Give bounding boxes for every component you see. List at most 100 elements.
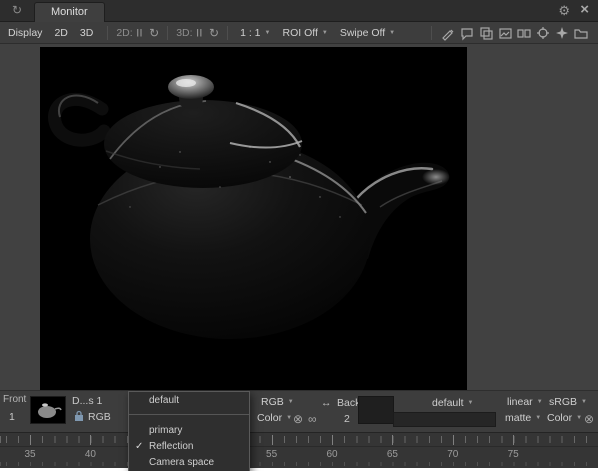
monitor-toolbar: Display 2D 3D 2D: || ↻ 3D: || ↻ 1 : 1 ▼ … [0, 22, 598, 44]
close-icon[interactable]: × [580, 1, 589, 18]
folder-icon[interactable] [573, 25, 590, 41]
timeline-major-tick [392, 435, 393, 445]
monitor-panel: ↻ Monitor ⚙ × Display 2D 3D 2D: || ↻ 3D:… [0, 0, 598, 468]
color2-dropdown[interactable]: Color ▼ [547, 412, 582, 424]
chevron-down-icon: ▼ [288, 399, 294, 405]
menu-item-primary[interactable]: primary [129, 423, 249, 439]
group-2d-label: 2D: [116, 27, 132, 39]
colorspace-dropdown[interactable]: sRGB ▼ [549, 396, 587, 408]
timeline-frame-label: 60 [326, 449, 337, 460]
channel-dropdown-value: RGB [261, 396, 284, 408]
annotate-pen-icon[interactable] [440, 25, 457, 41]
tab-bar: ↻ Monitor ⚙ × [0, 0, 598, 22]
display-label: Display [8, 27, 42, 39]
group-3d-label: 3D: [176, 27, 192, 39]
back-buffer-number: 2 [344, 413, 350, 425]
chevron-down-icon: ▼ [576, 415, 582, 421]
zoom-dropdown[interactable]: 1 : 1 ▼ [240, 27, 270, 39]
front-buffer-number: 1 [9, 411, 15, 423]
channel-dropdown[interactable]: RGB ▼ [261, 396, 294, 408]
toolbar-separator [167, 26, 168, 40]
swap-buffers-icon[interactable]: ↔ [321, 397, 332, 409]
screenshot-page: ↻ Monitor ⚙ × Display 2D 3D 2D: || ↻ 3D:… [0, 0, 602, 471]
toolbar-separator [227, 26, 228, 40]
zoom-value: 1 : 1 [240, 27, 260, 39]
tab-monitor[interactable]: Monitor [34, 2, 105, 22]
roi-dropdown[interactable]: ROI Off ▼ [282, 27, 327, 39]
pause-2d-icon[interactable]: || [137, 28, 143, 37]
layer-name[interactable]: D...s 1 [72, 395, 102, 407]
back-buffer-label: Back [337, 397, 360, 409]
mode-3d-button[interactable]: 3D [76, 25, 97, 41]
pause-3d-icon[interactable]: || [197, 28, 203, 37]
color2-dropdown-value: Color [547, 412, 572, 424]
timeline-ruler[interactable]: 354045505560657075 [0, 432, 598, 468]
front-buffer-label: Front [3, 394, 26, 405]
teapot-render [40, 47, 467, 390]
chevron-down-icon: ▼ [286, 415, 292, 421]
monitor-footer: Front 1 D...s 1 RGB default primary ✓ Re… [0, 390, 598, 432]
channel-popup-menu: default primary ✓ Reflection Camera spac… [128, 391, 250, 471]
star-icon[interactable] [554, 25, 571, 41]
circle-x-icon[interactable]: ⊗ [293, 412, 303, 426]
timeline-major-tick [90, 435, 91, 445]
chevron-down-icon: ▼ [468, 400, 474, 406]
color-dropdown[interactable]: Color ▼ [257, 412, 292, 424]
menu-item-label: Camera space position [149, 457, 214, 471]
matte-dropdown-value: matte [505, 412, 531, 424]
gear-icon[interactable]: ⚙ [558, 3, 570, 19]
front-buffer-thumbnail[interactable] [30, 396, 66, 424]
viewport[interactable] [0, 44, 598, 390]
image-buffer-icon[interactable] [497, 25, 514, 41]
menu-item-reflection[interactable]: ✓ Reflection [129, 439, 249, 455]
lock-icon[interactable] [74, 410, 84, 425]
timeline-major-tick [272, 435, 273, 445]
timeline-major-tick [30, 435, 31, 445]
comment-bubble-icon[interactable] [459, 25, 476, 41]
matte-dropdown[interactable]: matte ▼ [505, 412, 541, 424]
chevron-down-icon: ▼ [265, 30, 271, 36]
layers-icon[interactable] [478, 25, 495, 41]
menu-item-default[interactable]: default [129, 392, 249, 409]
mode-2d-button[interactable]: 2D [50, 25, 71, 41]
circle-x-icon[interactable]: ⊗ [584, 412, 594, 426]
timeline-frame-label: 75 [508, 449, 519, 460]
rendered-image[interactable] [40, 47, 467, 390]
timeline-frame-label: 65 [387, 449, 398, 460]
timeline-frame-label: 70 [447, 449, 458, 460]
chevron-down-icon: ▼ [581, 399, 587, 405]
view-dropdown-value: default [432, 397, 464, 409]
refresh-3d-icon[interactable]: ↻ [209, 26, 219, 40]
panel-refresh-icon[interactable]: ↻ [12, 3, 22, 17]
timeline-major-tick [332, 435, 333, 445]
pixel-probe-target-icon[interactable] [535, 25, 552, 41]
chevron-down-icon: ▼ [389, 30, 395, 36]
view-dropdown[interactable]: default ▼ [432, 397, 473, 409]
link-icon[interactable]: ∞ [308, 412, 317, 426]
menu-item-label: default [149, 395, 179, 406]
timeline-frame-label: 55 [266, 449, 277, 460]
value-field[interactable] [393, 412, 496, 427]
compare-buffers-icon[interactable] [516, 25, 533, 41]
chevron-down-icon: ▼ [537, 399, 543, 405]
menu-item-label: primary [149, 425, 182, 436]
checkmark-icon: ✓ [135, 439, 143, 455]
transfer-dropdown[interactable]: linear ▼ [507, 396, 543, 408]
swipe-value: Swipe Off [340, 27, 385, 39]
transfer-dropdown-value: linear [507, 396, 533, 408]
timeline-ruler-labels: 354045505560657075 [0, 433, 598, 468]
toolbar-separator [431, 26, 432, 40]
tab-monitor-label: Monitor [51, 6, 88, 18]
menu-item-label: Reflection [149, 441, 193, 452]
swipe-dropdown[interactable]: Swipe Off ▼ [340, 27, 395, 39]
back-buffer-thumbnail[interactable] [358, 396, 394, 424]
timeline-major-tick [513, 435, 514, 445]
color-dropdown-value: Color [257, 412, 282, 424]
menu-divider [129, 414, 249, 415]
roi-value: ROI Off [282, 27, 317, 39]
layer-channels-label: RGB [88, 411, 111, 423]
timeline-frame-label: 35 [24, 449, 35, 460]
refresh-2d-icon[interactable]: ↻ [149, 26, 159, 40]
toolbar-separator [107, 26, 108, 40]
menu-item-camera-space-position[interactable]: Camera space position [129, 455, 249, 471]
